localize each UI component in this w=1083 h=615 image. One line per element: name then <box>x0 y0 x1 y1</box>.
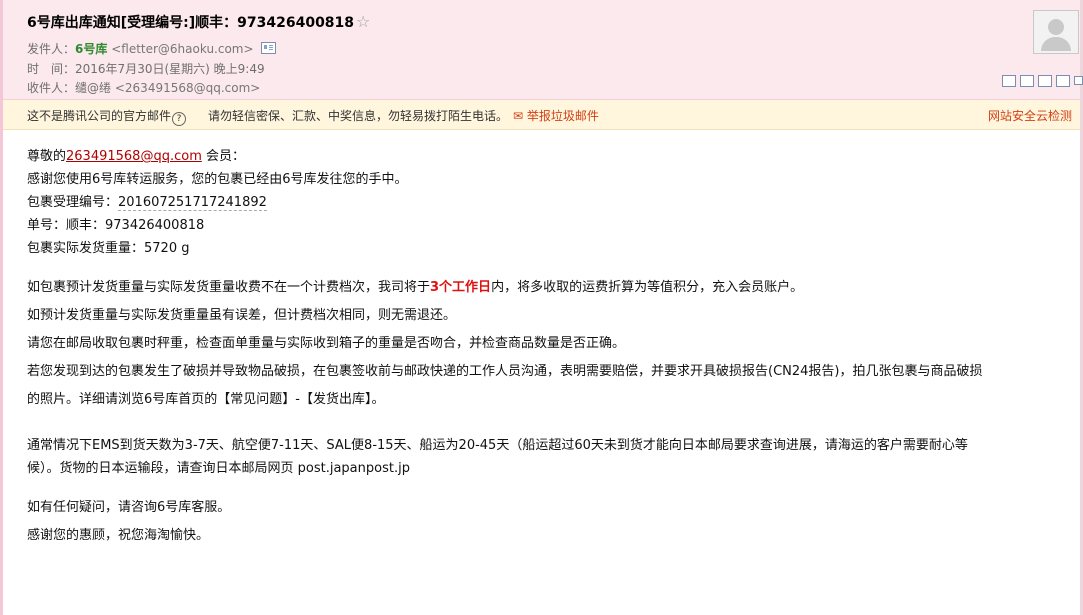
avatar-body <box>1041 37 1071 51</box>
greeting-prefix: 尊敬的 <box>27 149 67 164</box>
contact-card-icon[interactable] <box>260 42 276 54</box>
greeting-email-link[interactable]: 263491568@qq.com <box>66 149 202 164</box>
toolbar-icons <box>1002 75 1083 87</box>
recipient-label: 收件人： <box>27 81 76 95</box>
sender-name[interactable]: 6号库 <box>75 42 107 56</box>
window-icon[interactable] <box>1002 75 1016 87</box>
security-warning-bar: 这不是腾讯公司的官方邮件? 请勿轻信密保、汇款、中奖信息，勿轻易拨打陌生电话。 … <box>3 100 1080 130</box>
help-icon[interactable]: ? <box>172 112 187 126</box>
report-icon: ✉ <box>513 109 524 123</box>
save-icon[interactable] <box>1038 75 1052 87</box>
print-icon[interactable] <box>1020 75 1034 87</box>
warning-message: 这不是腾讯公司的官方邮件 <box>27 109 172 123</box>
avatar-head <box>1048 19 1064 35</box>
receipt-label: 包裹受理编号： <box>27 195 119 210</box>
refund-paragraph: 如包裹预计发货重量与实际发货重量收费不在一个计费档次，我司将于3个工作日内，将多… <box>27 274 1062 302</box>
recipient-name[interactable]: 缱@绻 <box>75 81 111 95</box>
security-scan-link[interactable]: 网站安全云检测 <box>988 107 1072 124</box>
receipt-number: 201607251717241892 <box>118 195 267 211</box>
refund-text-2: 内，将多收取的运费折算为等值积分，充入会员账户。 <box>491 280 804 295</box>
email-body: 尊敬的263491568@qq.com 会员： 感谢您使用6号库转运服务，您的包… <box>27 145 1062 550</box>
weight-line: 包裹实际发货重量：5720 g <box>27 241 190 256</box>
email-header: 6号库出库通知[受理编号:]顺丰：973426400818 ☆ 发件人：6号库 <… <box>3 0 1083 100</box>
warning-text: 这不是腾讯公司的官方邮件? <box>27 107 187 126</box>
greeting: 尊敬的263491568@qq.com 会员： <box>27 145 1062 168</box>
recipient-row: 收件人：缱@绻 <263491568@qq.com> <box>27 79 260 96</box>
refund-highlight: 3个工作日 <box>430 280 492 295</box>
time-label: 时 间： <box>27 62 76 76</box>
time-row: 时 间：2016年7月30日(星期六) 晚上9:49 <box>27 60 265 77</box>
contact-line: 如有任何疑问，请咨询6号库客服。 <box>27 500 231 515</box>
avatar[interactable] <box>1033 10 1079 54</box>
sender-label: 发件人： <box>27 42 76 56</box>
subject-text: 6号库出库通知[受理编号:]顺丰：973426400818 <box>27 15 355 31</box>
shipping-time-line-1: 通常情况下EMS到货天数为3-7天、航空便7-11天、SAL便8-15天、船运为… <box>27 438 968 453</box>
damage-paragraph-2: 的照片。详细请浏览6号库首页的【常见问题】-【发货出库】。 <box>27 392 385 407</box>
collapse-icon[interactable] <box>1074 76 1083 85</box>
email-subject: 6号库出库通知[受理编号:]顺丰：973426400818 ☆ <box>27 12 370 32</box>
star-icon[interactable]: ☆ <box>356 12 370 31</box>
sender-row: 发件人：6号库 <fletter@6haoku.com> <box>27 40 276 57</box>
weigh-paragraph: 请您在邮局收取包裹时秤重，检查面单重量与实际收到箱子的重量是否吻合，并检查商品数… <box>27 336 626 351</box>
tracking-line: 单号：顺丰：973426400818 <box>27 218 205 233</box>
thanks-line: 感谢您使用6号库转运服务，您的包裹已经由6号库发往您的手中。 <box>27 172 408 187</box>
no-refund-paragraph: 如预计发货重量与实际发货重量虽有误差，但计费档次相同，则无需退还。 <box>27 308 457 323</box>
warning-text-secondary: 请勿轻信密保、汇款、中奖信息，勿轻易拨打陌生电话。 <box>208 109 509 123</box>
reply-icon[interactable] <box>1056 75 1070 87</box>
refund-text-1: 如包裹预计发货重量与实际发货重量收费不在一个计费档次，我司将于 <box>27 280 431 295</box>
report-label: 举报垃圾邮件 <box>526 109 599 123</box>
recipient-address[interactable]: <263491568@qq.com> <box>115 81 261 95</box>
closing-line: 感谢您的惠顾，祝您海淘愉快。 <box>27 528 210 543</box>
time-value: 2016年7月30日(星期六) 晚上9:49 <box>75 62 265 76</box>
greeting-suffix: 会员： <box>201 149 245 164</box>
receipt-number-line: 包裹受理编号：201607251717241892 <box>27 191 1062 214</box>
sender-address[interactable]: <fletter@6haoku.com> <box>111 42 253 56</box>
shipping-time-line-2: 候）。货物的日本运输段，请查询日本邮局网页 post.japanpost.jp <box>27 461 410 476</box>
report-spam-link[interactable]: ✉ 举报垃圾邮件 <box>513 107 599 124</box>
damage-paragraph-1: 若您发现到达的包裹发生了破损并导致物品破损，在包裹签收前与邮政快递的工作人员沟通… <box>27 364 983 379</box>
